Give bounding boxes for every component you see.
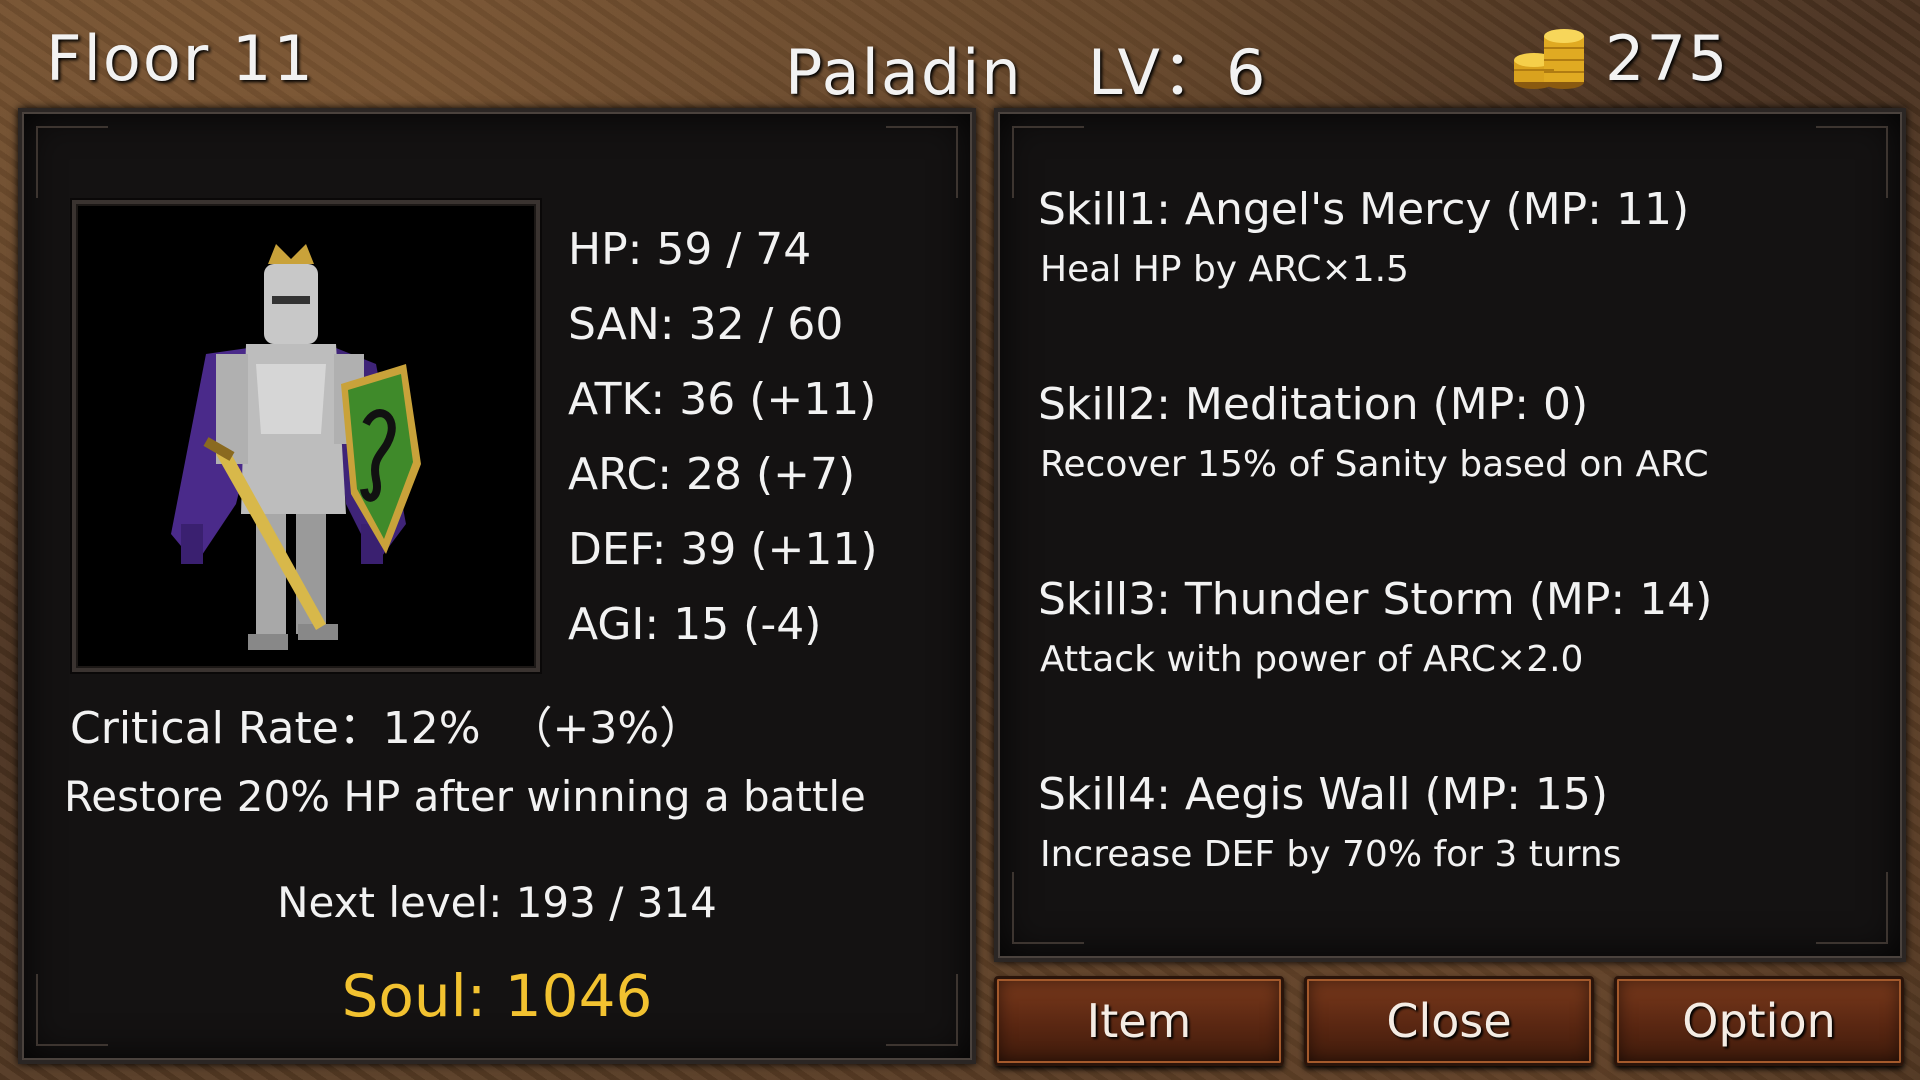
skill-description: Increase DEF by 70% for 3 turns [1040,834,1622,875]
stat-san: SAN: 32 / 60 [568,299,844,350]
skill-4: Skill4: Aegis Wall (MP: 15) Increase DEF… [1038,769,1621,875]
skill-name: Skill3: Thunder Storm (MP: 14) [1038,574,1713,625]
panel-corner-ornament [1816,872,1888,944]
gold-count: 275 [1605,22,1730,95]
close-button[interactable]: Close [1304,976,1594,1066]
panel-corner-ornament [1816,126,1888,198]
passive-ability: Restore 20% HP after winning a battle [64,772,866,821]
option-button[interactable]: Option [1614,976,1904,1066]
gold-coins-icon [1514,29,1584,89]
stat-hp: HP: 59 / 74 [568,224,812,275]
character-portrait [72,200,540,672]
stat-atk: ATK: 36 (+11) [568,374,877,425]
skills-panel: Skill1: Angel's Mercy (MP: 11) Heal HP b… [994,108,1906,962]
soul-count: Soul: 1046 [341,962,653,1030]
panel-corner-ornament [1012,872,1084,944]
paladin-knight-image [171,244,421,650]
panel-corner-ornament [886,126,958,198]
skill-2: Skill2: Meditation (MP: 0) Recover 15% o… [1038,379,1709,485]
character-panel: HP: 59 / 74 SAN: 32 / 60 ATK: 36 (+11) A… [18,108,976,1064]
stat-def: DEF: 39 (+11) [568,524,878,575]
skill-name: Skill1: Angel's Mercy (MP: 11) [1038,184,1690,235]
skill-description: Recover 15% of Sanity based on ARC [1040,444,1709,485]
skill-name: Skill4: Aegis Wall (MP: 15) [1038,769,1609,820]
next-level-progress: Next level: 193 / 314 [277,878,717,927]
floor-label: Floor 11 [46,22,315,95]
skill-name: Skill2: Meditation (MP: 0) [1038,379,1589,430]
stat-agi: AGI: 15 (-4) [568,599,822,650]
critical-rate: Critical Rate：12% （+3%） [70,703,704,754]
item-button[interactable]: Item [994,976,1284,1066]
skill-description: Heal HP by ARC×1.5 [1040,249,1409,290]
skill-1: Skill1: Angel's Mercy (MP: 11) Heal HP b… [1038,184,1689,290]
skill-description: Attack with power of ARC×2.0 [1040,639,1584,680]
skill-3: Skill3: Thunder Storm (MP: 14) Attack wi… [1038,574,1712,680]
panel-corner-ornament [36,126,108,198]
stats-list: HP: 59 / 74 SAN: 32 / 60 ATK: 36 (+11) A… [568,212,878,662]
class-level-label: Paladin LV：6 [785,36,1268,109]
stat-arc: ARC: 28 (+7) [568,449,856,500]
